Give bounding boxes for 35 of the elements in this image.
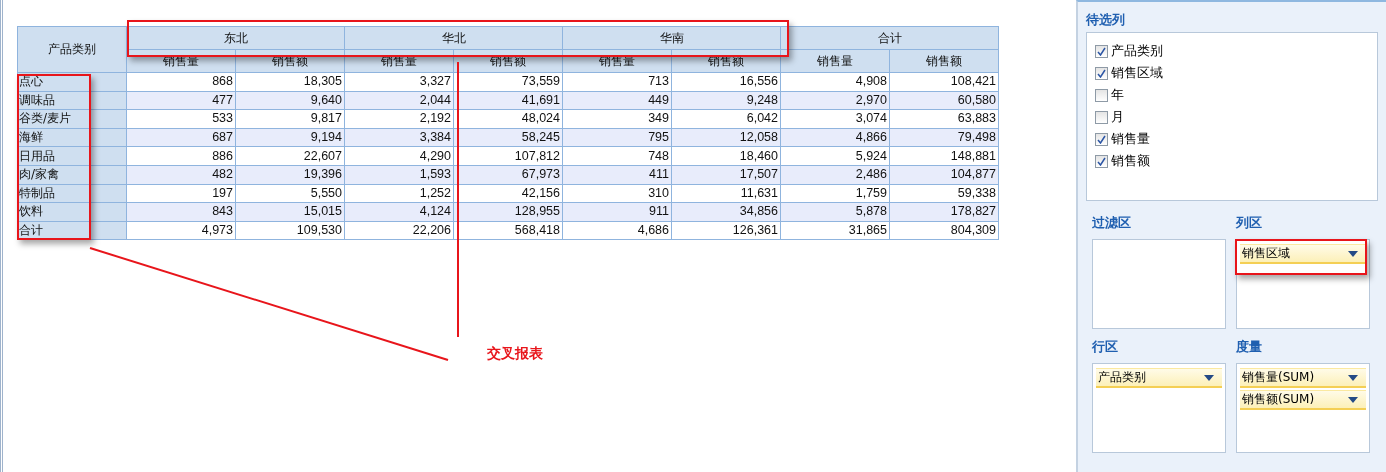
pill-label: 销售区域: [1242, 245, 1290, 262]
field-pill[interactable]: 产品类别: [1096, 368, 1222, 388]
checkbox[interactable]: [1095, 154, 1108, 168]
caret-down-icon[interactable]: [1348, 374, 1358, 381]
checkbox[interactable]: [1095, 44, 1108, 58]
pill-label: 产品类别: [1098, 369, 1146, 386]
header-cell: 产品类别: [17, 26, 127, 73]
checkbox[interactable]: [1095, 110, 1108, 124]
caret-down-icon[interactable]: [1348, 396, 1358, 403]
caret-down-icon[interactable]: [1204, 374, 1214, 381]
zone-title: 度量: [1236, 339, 1263, 356]
header-cell: 合计: [780, 26, 999, 50]
zone-title: 列区: [1236, 215, 1263, 232]
field-pill[interactable]: 销售额(SUM): [1240, 390, 1366, 410]
caret-down-icon[interactable]: [1348, 250, 1358, 257]
header-cell: 东北: [126, 26, 345, 50]
field-pill[interactable]: 销售量(SUM): [1240, 368, 1366, 388]
header-cell: 华南: [562, 26, 781, 50]
field-label: 月: [1111, 108, 1124, 126]
field-label: 产品类别: [1111, 42, 1163, 60]
zone-title: 行区: [1092, 339, 1119, 356]
header-cell: 华北: [344, 26, 563, 50]
section-title: 待选列: [1086, 12, 1126, 29]
checkbox[interactable]: [1095, 66, 1108, 80]
field-pill[interactable]: 销售区域: [1240, 244, 1366, 264]
pill-label: 销售量(SUM): [1242, 369, 1315, 386]
field-label: 销售量: [1111, 130, 1150, 148]
checkbox[interactable]: [1095, 88, 1108, 102]
annotation-label: 交叉报表: [487, 345, 543, 363]
zone-title: 过滤区: [1092, 215, 1132, 232]
field-label: 销售额: [1111, 152, 1150, 170]
field-label: 销售区域: [1111, 64, 1163, 82]
checkbox[interactable]: [1095, 132, 1108, 146]
pill-label: 销售额(SUM): [1242, 391, 1315, 408]
field-label: 年: [1111, 86, 1124, 104]
